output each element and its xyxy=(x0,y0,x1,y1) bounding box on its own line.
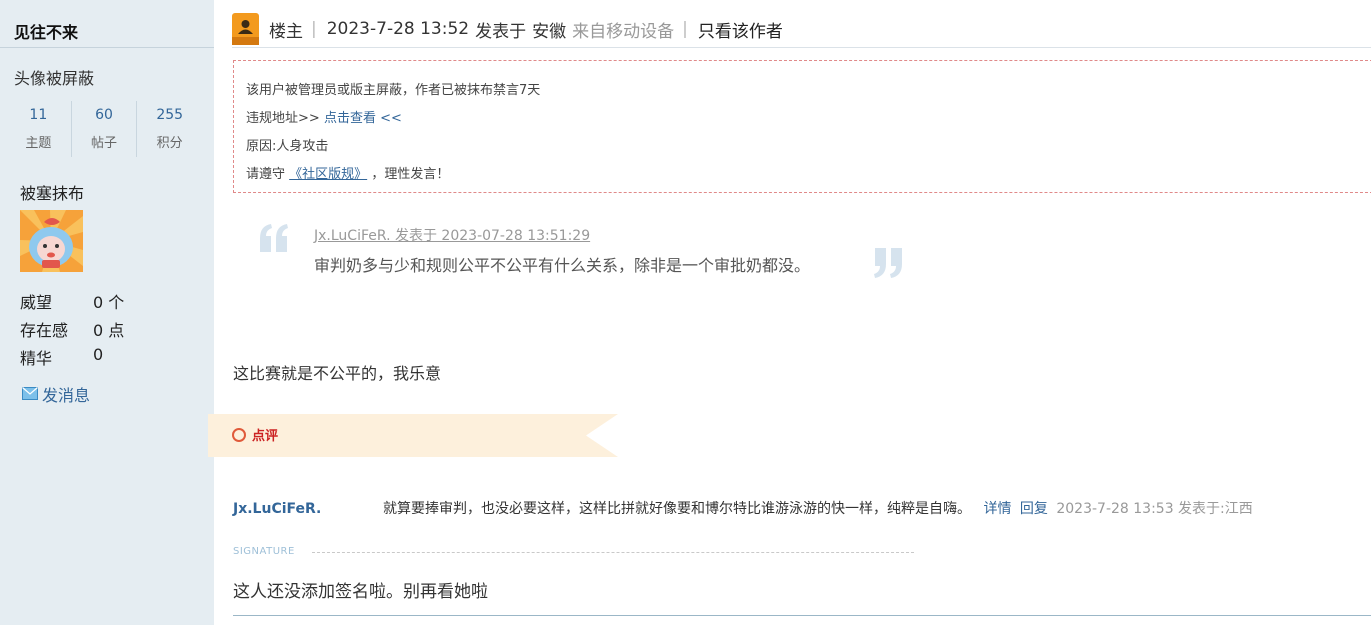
comment-text: 就算要捧审判，也没必要这样，这样比拼就好像要和博尔特比谁游泳游的快一样，纯粹是自… xyxy=(383,501,971,517)
ban-line: 违规地址>> 点击查看 << xyxy=(246,105,1360,133)
author-sidebar: 见往不来 头像被屏蔽 11 主题 60 帖子 255 积分 被塞抹布 威望 0 … xyxy=(0,0,214,625)
quote-meta[interactable]: Jx.LuCiFeR. 发表于 2023-07-28 13:51:29 xyxy=(314,225,590,245)
signature-text: 这人还没添加签名啦。别再看她啦 xyxy=(233,582,488,602)
quote-text: 审判奶多与少和规则公平不公平有什么关系，除非是一个审批奶都没。 xyxy=(314,256,811,275)
post-body-text: 这比赛就是不公平的，我乐意 xyxy=(233,364,442,383)
author-stats: 11 主题 60 帖子 255 积分 xyxy=(6,101,202,157)
avatar-status-text: 头像被屏蔽 xyxy=(14,69,95,88)
stat-threads-value: 11 xyxy=(29,107,48,123)
comment-row: 就算要捧审判，也没必要这样，这样比拼就好像要和博尔特比谁游泳游的快一样，纯粹是自… xyxy=(383,498,1253,518)
post-time: 2023-7-28 13:52 xyxy=(326,19,470,39)
detail-row: 存在感 0 点 xyxy=(20,317,124,345)
ban-line: 该用户被管理员或版主屏蔽，作者已被抹布禁言7天 xyxy=(246,83,541,98)
comment-time: 2023-7-28 13:53 发表于:江西 xyxy=(1056,501,1253,517)
ban-line-suffix: << xyxy=(380,111,402,126)
stat-posts-value: 60 xyxy=(95,107,113,123)
header-separator: | xyxy=(311,19,317,39)
comments-header: 点评 xyxy=(232,425,278,444)
ban-line-prefix: 请遵守 xyxy=(246,167,286,182)
ban-line-prefix: 违规地址>> xyxy=(246,111,320,126)
send-message-link[interactable]: 发消息 xyxy=(22,382,90,406)
detail-key: 威望 xyxy=(20,293,53,312)
ban-reason: 原因:人身攻击 xyxy=(246,139,329,154)
envelope-icon xyxy=(22,385,38,404)
detail-key: 精华 xyxy=(20,349,53,368)
header-divider xyxy=(232,47,1371,48)
quote-close-icon xyxy=(871,246,907,284)
detail-row: 威望 0 个 xyxy=(20,289,124,317)
send-message-label: 发消息 xyxy=(42,386,91,405)
sidebar-divider xyxy=(0,47,214,48)
community-rules-link[interactable]: 《社区版规》 xyxy=(289,167,367,182)
post-header: 楼主 | 2023-7-28 13:52 发表于 安徽 来自移动设备 | 只看该… xyxy=(232,13,1371,45)
comment-reply-link[interactable]: 回复 xyxy=(1020,501,1048,517)
signature-label: SIGNATURE xyxy=(233,546,295,557)
posted-in-label: 发表于 xyxy=(475,21,527,42)
comments-label: 点评 xyxy=(252,429,279,444)
stat-posts-label: 帖子 xyxy=(91,136,118,151)
signature-divider xyxy=(312,552,914,553)
circle-icon xyxy=(232,427,246,442)
floor-label: 楼主 xyxy=(269,21,303,42)
detail-value: 0 点 xyxy=(93,321,125,340)
stat-threads[interactable]: 11 主题 xyxy=(6,101,72,157)
detail-key: 存在感 xyxy=(20,321,69,340)
stat-threads-label: 主题 xyxy=(25,136,52,151)
view-violation-link[interactable]: 点击查看 xyxy=(324,111,376,126)
detail-row: 精华 0 xyxy=(20,345,124,373)
quote-open-icon xyxy=(256,222,292,258)
stat-points-value: 255 xyxy=(156,107,184,123)
comment-detail-link[interactable]: 详情 xyxy=(983,501,1011,517)
ban-line-suffix: ，理性发言！ xyxy=(371,167,450,182)
detail-value: 0 xyxy=(93,345,104,364)
header-separator: | xyxy=(682,19,688,39)
comment-author[interactable]: Jx.LuCiFeR. xyxy=(233,501,321,517)
user-icon xyxy=(232,13,269,45)
stat-points-label: 积分 xyxy=(156,136,183,151)
ban-line: 请遵守 《社区版规》 ，理性发言！ xyxy=(246,161,1360,189)
post-bottom-divider xyxy=(233,615,1371,616)
detail-value: 0 个 xyxy=(93,293,125,312)
post-location: 安徽 xyxy=(532,21,567,42)
author-only-link[interactable]: 只看该作者 xyxy=(698,17,783,42)
group-badge-image xyxy=(20,210,83,272)
stat-points[interactable]: 255 积分 xyxy=(137,101,202,157)
author-details: 威望 0 个 存在感 0 点 精华 0 xyxy=(20,289,124,373)
stat-posts[interactable]: 60 帖子 xyxy=(72,101,138,157)
author-username[interactable]: 见往不来 xyxy=(14,19,78,43)
ban-notice: 该用户被管理员或版主屏蔽，作者已被抹布禁言7天 违规地址>> 点击查看 << 原… xyxy=(233,60,1371,193)
post-device: 来自移动设备 xyxy=(572,21,675,42)
user-group[interactable]: 被塞抹布 xyxy=(20,180,84,204)
